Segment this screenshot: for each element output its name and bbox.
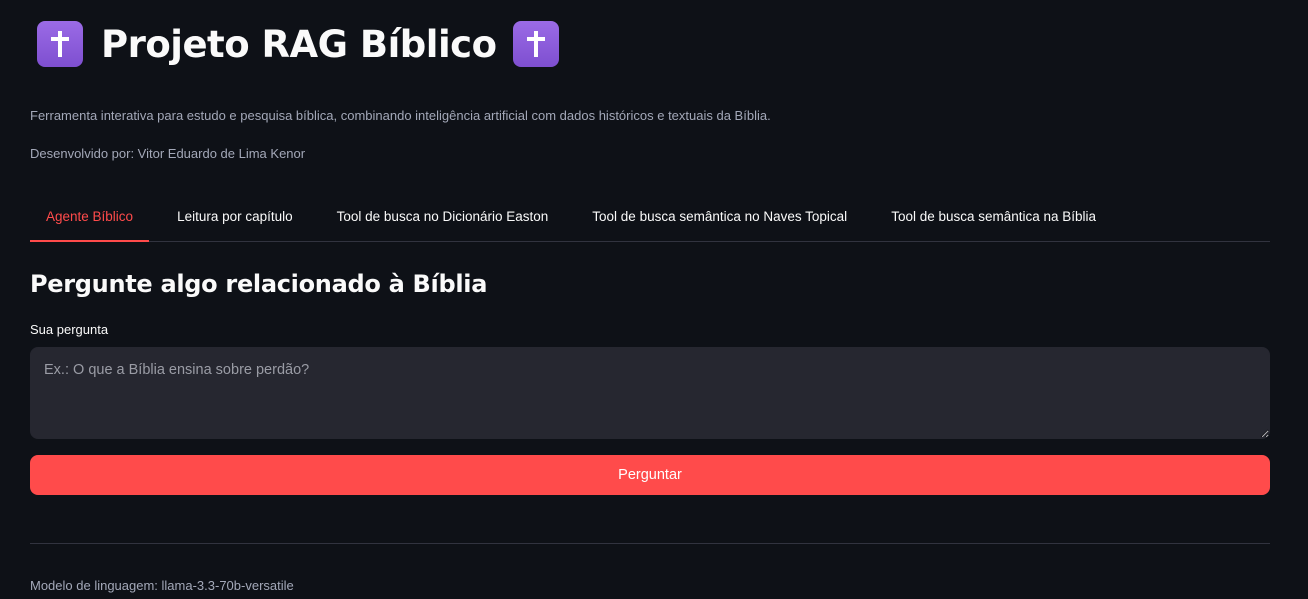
app-page: Projeto RAG Bíblico Ferramenta interativ…: [0, 20, 1308, 599]
page-title: Projeto RAG Bíblico: [101, 22, 497, 66]
latin-cross-icon: [512, 21, 559, 67]
tab-naves-topical[interactable]: Tool de busca semântica no Naves Topical: [576, 198, 863, 240]
tab-leitura-por-capitulo[interactable]: Leitura por capítulo: [161, 198, 309, 240]
model-info: Modelo de linguagem: llama-3.3-70b-versa…: [30, 578, 294, 593]
tab-dicionario-easton[interactable]: Tool de busca no Dicionário Easton: [321, 198, 565, 240]
divider: [30, 543, 1270, 544]
section-heading: Pergunte algo relacionado à Bíblia: [30, 270, 488, 298]
ask-button[interactable]: Perguntar: [30, 455, 1270, 495]
tab-agente-biblico[interactable]: Agente Bíblico: [30, 198, 150, 242]
tab-busca-semantica-biblia[interactable]: Tool de busca semântica na Bíblia: [875, 198, 1112, 240]
page-title-row: Projeto RAG Bíblico: [37, 20, 1270, 68]
latin-cross-icon: [37, 21, 83, 67]
page-subtitle: Ferramenta interativa para estudo e pesq…: [30, 108, 771, 123]
author-credit: Desenvolvido por: Vitor Eduardo de Lima …: [30, 146, 306, 161]
tab-bar: Agente Bíblico Leitura por capítulo Tool…: [30, 198, 1270, 242]
question-label: Sua pergunta: [30, 322, 109, 337]
question-input[interactable]: [30, 347, 1270, 439]
